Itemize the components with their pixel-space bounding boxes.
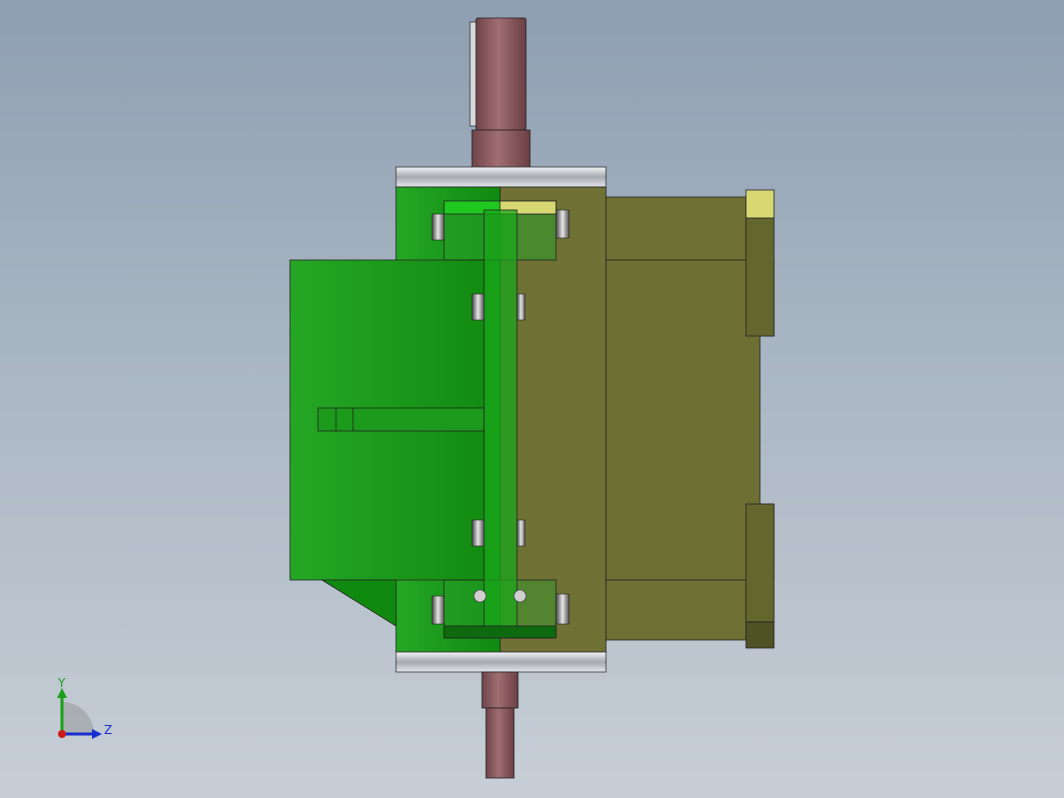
nut (555, 209, 570, 239)
graphics-viewport[interactable] (0, 0, 1064, 798)
x-axis-icon (58, 730, 66, 738)
nut (431, 213, 445, 241)
nut (555, 593, 570, 625)
bottom-ring[interactable] (395, 651, 607, 673)
coordinate-triad: Y Z (57, 676, 112, 739)
nut (471, 519, 485, 547)
bolt-head (473, 589, 487, 603)
bolt-head (513, 589, 527, 603)
nut (431, 595, 445, 625)
bottom-shaft[interactable] (481, 671, 519, 779)
nut (516, 519, 526, 547)
3d-model[interactable] (289, 17, 775, 779)
top-shaft[interactable] (469, 17, 531, 171)
nut (516, 293, 526, 321)
z-axis-label: Z (104, 723, 112, 737)
dark-cap-bottom[interactable] (745, 621, 775, 649)
y-axis-label: Y (57, 676, 66, 690)
yellow-cap-top[interactable] (745, 189, 775, 219)
nut (471, 293, 485, 321)
top-ring[interactable] (395, 166, 607, 188)
